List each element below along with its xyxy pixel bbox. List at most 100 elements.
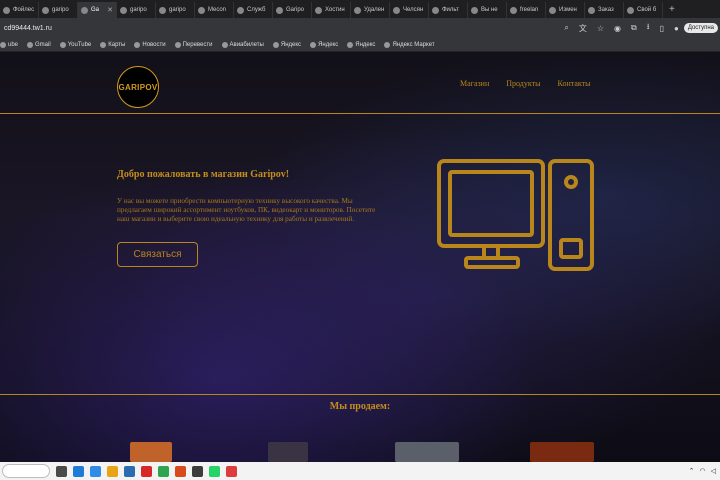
taskbar-app-icon[interactable] [192,465,203,477]
bookmark-item[interactable]: Новости [134,41,166,48]
bookmark-favicon-icon [27,41,34,48]
browser-tab[interactable]: Измен [546,2,585,18]
tab-title: Служб [247,7,266,13]
product-thumbnail[interactable] [530,442,594,462]
browser-tab[interactable]: Вы не [468,2,507,18]
browser-tab[interactable]: Челсян [390,2,429,18]
browser-tab[interactable]: Хостин [312,2,351,18]
taskbar-app-icon[interactable] [124,465,135,477]
bookmark-label: ube [8,41,19,48]
browser-tab[interactable]: garipo [156,2,195,18]
network-icon[interactable]: ◠ [700,467,706,475]
computer-icon [437,159,594,271]
bookmark-label: Новости [142,41,166,48]
bookmark-item[interactable]: YouTube [59,41,91,48]
profile-icon[interactable]: ● [674,24,679,33]
tab-favicon-icon [627,6,634,14]
tab-title: Фойлес [13,7,35,13]
taskbar-app-icon[interactable] [226,465,237,477]
browser-tab[interactable]: Свой б [624,2,663,18]
site-nav: Магазин Продукты Контакты [460,79,591,88]
hero-title: Добро пожаловать в магазин Garipov! [117,169,290,180]
close-tab-icon[interactable]: ✕ [107,6,113,14]
tab-favicon-icon [471,6,478,14]
volume-icon[interactable]: ◁ [711,467,716,475]
download-icon[interactable]: ⭳ [647,21,650,35]
bookmarks-bar: ube Gmail YouTube Карты Новости Перевести Авиа… [0,38,720,52]
nav-link-contacts[interactable]: Контакты [558,79,591,88]
bookmark-item[interactable]: ube [0,41,19,48]
website-viewport: GARIPOV Магазин Продукты Контакты Добро … [0,52,720,462]
taskbar-app-icon[interactable] [141,465,152,477]
contact-button[interactable]: Связаться [117,242,198,267]
tab-strip: Фойлес garipo Ga ✕ garipo garipo Mecon Служб Gar… [0,0,720,18]
new-tab-button[interactable]: + [663,2,681,18]
taskbar-app-icon[interactable] [175,465,186,477]
search-icon[interactable]: ⌕ [564,23,568,33]
header-divider [0,113,720,114]
address-bar: cd99444.tw1.ru ⌕ 文 ☆ ◉ ⧉ ⭳ ▯ ● Доступна [0,18,720,38]
browser-tab[interactable]: Ga ✕ [78,2,117,18]
tab-title: Свой б [637,7,657,13]
bookmark-item[interactable]: Gmail [27,41,51,48]
bookmark-label: Яндекс [355,41,376,48]
account-chip[interactable]: Доступна [683,23,718,33]
taskbar-app-icon[interactable] [158,465,169,477]
bookmark-item[interactable]: Яндекс [272,41,301,48]
taskbar-app-icon[interactable] [107,465,118,477]
browser-tab[interactable]: Удален [351,2,390,18]
tab-title: garipo [169,7,186,13]
browser-tab[interactable]: Заказ [585,2,624,18]
taskbar-app-icon[interactable] [56,465,67,477]
site-logo[interactable]: GARIPOV [117,66,159,108]
url-input[interactable]: cd99444.tw1.ru [4,25,559,32]
tab-favicon-icon [588,6,595,14]
bookmark-item[interactable]: Перевести [174,41,213,48]
bookmark-item[interactable]: Яндекс Маркет [384,41,435,48]
browser-tab[interactable]: garipo [117,2,156,18]
tab-favicon-icon [276,6,283,14]
translate-icon[interactable]: 文 [579,23,587,34]
taskbar-app-icon[interactable] [90,465,101,477]
bookmark-label: Карты [108,41,126,48]
bookmark-item[interactable]: Карты [100,41,126,48]
product-thumbnail[interactable] [130,442,172,462]
bookmark-item[interactable]: Яндекс [310,41,339,48]
tab-title: Ga [91,7,100,13]
taskbar-app-icon[interactable] [209,465,220,477]
tab-title: Фильт [442,7,459,13]
tab-favicon-icon [42,6,49,14]
taskbar: ⌃ ◠ ◁ [0,462,720,480]
product-thumbnail[interactable] [395,442,459,462]
bookmark-item[interactable]: Авиабилеты [221,41,264,48]
extensions-puzzle-icon[interactable]: ⧉ [631,23,637,33]
bookmark-item[interactable]: Яндекс [347,41,376,48]
bookmark-favicon-icon [59,41,66,48]
browser-tab[interactable]: Mecon [195,2,234,18]
taskbar-search-input[interactable] [2,464,50,478]
sidepanel-icon[interactable]: ▯ [660,24,664,33]
tray-chevron-icon[interactable]: ⌃ [689,467,695,475]
bookmark-label: Gmail [35,41,51,48]
browser-tab[interactable]: Служб [234,2,273,18]
tab-favicon-icon [159,6,166,14]
tab-title: garipo [130,7,147,13]
bookmark-label: Перевести [182,41,213,48]
tab-favicon-icon [198,6,205,14]
bookmark-star-icon[interactable]: ☆ [597,24,604,33]
tab-favicon-icon [549,6,556,14]
nav-link-shop[interactable]: Магазин [460,79,489,88]
product-thumbnail[interactable] [268,442,308,462]
tab-favicon-icon [237,6,244,14]
browser-tab[interactable]: garipo [39,2,78,18]
browser-tab[interactable]: freelan [507,2,546,18]
extension-icon[interactable]: ◉ [614,24,621,33]
taskbar-app-icon[interactable] [73,465,84,477]
bookmark-label: Авиабилеты [229,41,264,48]
bookmark-label: Яндекс [318,41,339,48]
browser-tab[interactable]: Garipo [273,2,312,18]
browser-tab[interactable]: Фойлес [0,2,39,18]
section-title: Мы продаем: [329,401,391,412]
nav-link-products[interactable]: Продукты [506,79,540,88]
browser-tab[interactable]: Фильт [429,2,468,18]
